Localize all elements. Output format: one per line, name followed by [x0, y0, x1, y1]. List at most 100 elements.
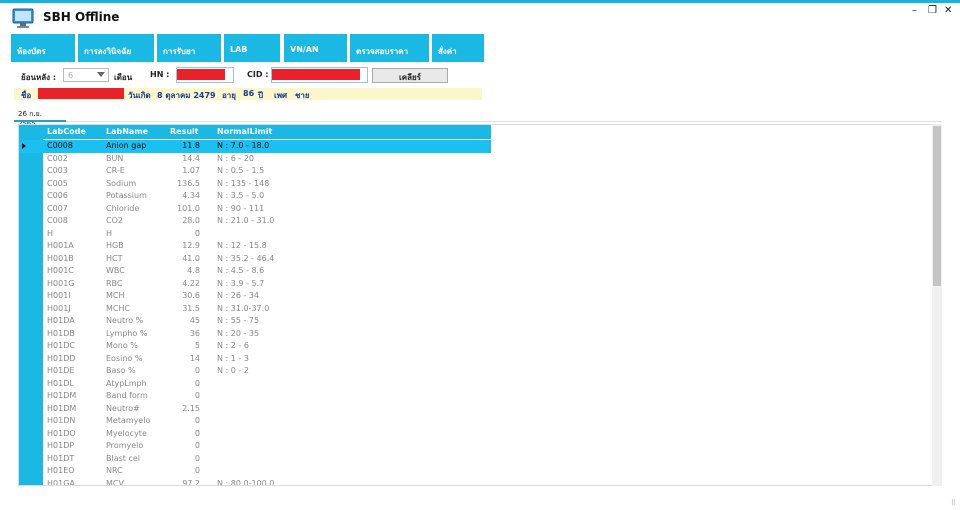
cell-normallimit: N : 2 - 6	[217, 341, 249, 350]
column-header-result[interactable]: Result	[170, 127, 199, 136]
table-row[interactable]: H01DP Promyelo 0	[19, 440, 491, 453]
patient-name-redaction	[38, 88, 124, 99]
cell-labcode: H001A	[47, 241, 74, 250]
table-row[interactable]: H01DE Baso % 0 N : 0 - 2	[19, 365, 491, 378]
column-header-labcode[interactable]: LabCode	[47, 127, 86, 136]
cell-labcode: H01DN	[47, 416, 76, 425]
cell-labname: Baso %	[106, 366, 136, 375]
table-row[interactable]: C003 CR-E 1.07 N : 0.5 - 1.5	[19, 165, 491, 178]
scrollbar-thumb[interactable]	[933, 126, 941, 286]
cell-result: 0	[194, 441, 200, 450]
table-row[interactable]: C005 Sodium 136.5 N : 135 - 148	[19, 178, 491, 191]
table-row[interactable]: H01DO Myelocyte 0	[19, 428, 491, 441]
table-row[interactable]: C007 Chloride 101.0 N : 90 - 111	[19, 203, 491, 216]
table-row[interactable]: C0008 Anion gap 11.8 N : 7.0 - 18.0	[19, 140, 491, 153]
cell-normallimit: N : 35.2 - 46.4	[217, 253, 275, 263]
cell-labcode: C005	[47, 178, 68, 188]
cell-labcode: H01DE	[47, 366, 75, 375]
cell-normallimit: N : 135 - 148	[217, 178, 270, 188]
cell-labcode: C0008	[47, 141, 73, 150]
table-row[interactable]: H01DD Eosino % 14 N : 1 - 3	[19, 353, 491, 366]
cell-labname: Sodium	[106, 178, 137, 188]
nav-card-room[interactable]: ห้องบัตร	[11, 34, 75, 62]
cell-labname: Promyelo	[106, 441, 144, 450]
cell-labcode: H001B	[47, 253, 74, 263]
chevron-down-icon	[97, 72, 105, 77]
cell-normallimit: N : 1 - 3	[217, 353, 249, 363]
cell-labname: MCHC	[106, 303, 131, 313]
table-row[interactable]: C008 CO2 28.0 N : 21.0 - 31.0	[19, 215, 491, 228]
restore-button[interactable]: ❐	[928, 5, 937, 16]
cell-labcode: H01GA	[47, 478, 75, 486]
hn-input[interactable]	[176, 67, 234, 83]
nav-order[interactable]: สั่งค่า	[432, 34, 484, 62]
nav-medication[interactable]: การรับยา	[157, 34, 221, 62]
cell-labcode: H001J	[47, 303, 71, 313]
table-row[interactable]: H001C WBC 4.8 N : 4.5 - 8.6	[19, 265, 491, 278]
close-button[interactable]: ✕	[944, 5, 952, 16]
column-header-labname[interactable]: LabName	[106, 127, 148, 136]
cell-labname: HCT	[106, 253, 123, 263]
cell-normallimit: N : 7.0 - 18.0	[217, 141, 270, 150]
table-row[interactable]: C006 Potassium 4.34 N : 3.5 - 5.0	[19, 190, 491, 203]
cell-result: 136.5	[177, 178, 200, 188]
cell-labcode: H001I	[47, 291, 71, 300]
months-back-select[interactable]: 6	[63, 68, 109, 82]
grid-vertical-scrollbar[interactable]	[932, 124, 942, 486]
cell-result: 1.07	[182, 166, 200, 175]
cell-labname: Metamyelo	[106, 416, 151, 425]
cell-labname: Blast cel	[106, 453, 141, 463]
cell-labcode: H01DB	[47, 328, 75, 338]
computer-monitor-icon	[12, 7, 34, 29]
cell-normallimit: N : 20 - 35	[217, 328, 260, 338]
cell-labcode: H01EO	[47, 466, 75, 475]
title-bar: SBH Offline – ❐ ✕	[0, 3, 960, 31]
cell-labname: Band form	[106, 391, 148, 400]
minimize-button[interactable]: –	[912, 5, 917, 16]
hn-label: HN :	[150, 70, 170, 79]
months-back-value: 6	[68, 71, 74, 80]
table-row[interactable]: H01DL AtypLmph 0	[19, 378, 491, 391]
table-row[interactable]: H01DM Band form 0	[19, 390, 491, 403]
table-row[interactable]: H01DB Lympho % 36 N : 20 - 35	[19, 328, 491, 341]
cell-result: 0	[194, 428, 200, 438]
nav-vn-an[interactable]: VN/AN	[284, 34, 347, 62]
cell-result: 45	[189, 316, 200, 325]
cell-normallimit: N : 6 - 20	[217, 153, 255, 163]
cell-normallimit: N : 3.9 - 5.7	[217, 278, 265, 288]
cid-input[interactable]	[271, 67, 368, 83]
age-value: 86	[243, 89, 255, 98]
cell-result: 0	[194, 416, 200, 425]
row-pointer-icon	[22, 143, 26, 149]
cell-result: 0	[194, 453, 200, 463]
table-row[interactable]: H001G RBC 4.22 N : 3.9 - 5.7	[19, 278, 491, 291]
cell-normallimit: N : 0.5 - 1.5	[217, 166, 265, 175]
sex-value: ชาย	[295, 91, 310, 100]
table-row[interactable]: C002 BUN 14.4 N : 6 - 20	[19, 153, 491, 166]
nav-diagnosis[interactable]: การลงวินิจฉัย	[78, 34, 154, 62]
table-row[interactable]: H01DT Blast cel 0	[19, 453, 491, 466]
table-row[interactable]: H01DM Neutro# 2.15	[19, 403, 491, 416]
nav-price-check[interactable]: ตรวจสอบราคา	[350, 34, 429, 62]
table-row[interactable]: H01DC Mono % 5 N : 2 - 6	[19, 340, 491, 353]
cell-normallimit: N : 55 - 75	[217, 316, 260, 325]
resize-grip-icon[interactable]: ⠿	[951, 499, 956, 507]
table-row[interactable]: H01GA MCV 97.2 N : 80.0-100.0	[19, 478, 491, 486]
nav-lab[interactable]: LAB	[224, 34, 280, 62]
table-row[interactable]: H01EO NRC 0	[19, 465, 491, 478]
table-row[interactable]: H001I MCH 30.6 N : 26 - 34	[19, 290, 491, 303]
age-unit: ปี	[258, 91, 264, 100]
table-row[interactable]: H001A HGB 12.9 N : 12 - 15.8	[19, 240, 491, 253]
cell-labname: Anion gap	[106, 141, 147, 150]
cell-normallimit: N : 0 - 2	[217, 366, 249, 375]
table-row[interactable]: H H 0	[19, 228, 491, 241]
column-header-normallimit[interactable]: NormalLimit	[217, 127, 272, 136]
table-row[interactable]: H001J MCHC 31.5 N : 31.0-37.0	[19, 303, 491, 316]
back-label: ย้อนหลัง :	[21, 73, 57, 82]
table-row[interactable]: H01DA Neutro % 45 N : 55 - 75	[19, 315, 491, 328]
table-row[interactable]: H01DN Metamyelo 0	[19, 415, 491, 428]
cell-labcode: C008	[47, 216, 68, 225]
table-row[interactable]: H001B HCT 41.0 N : 35.2 - 46.4	[19, 253, 491, 266]
cell-labname: CR-E	[106, 166, 125, 175]
clear-button[interactable]: เคลียร์	[372, 68, 448, 83]
